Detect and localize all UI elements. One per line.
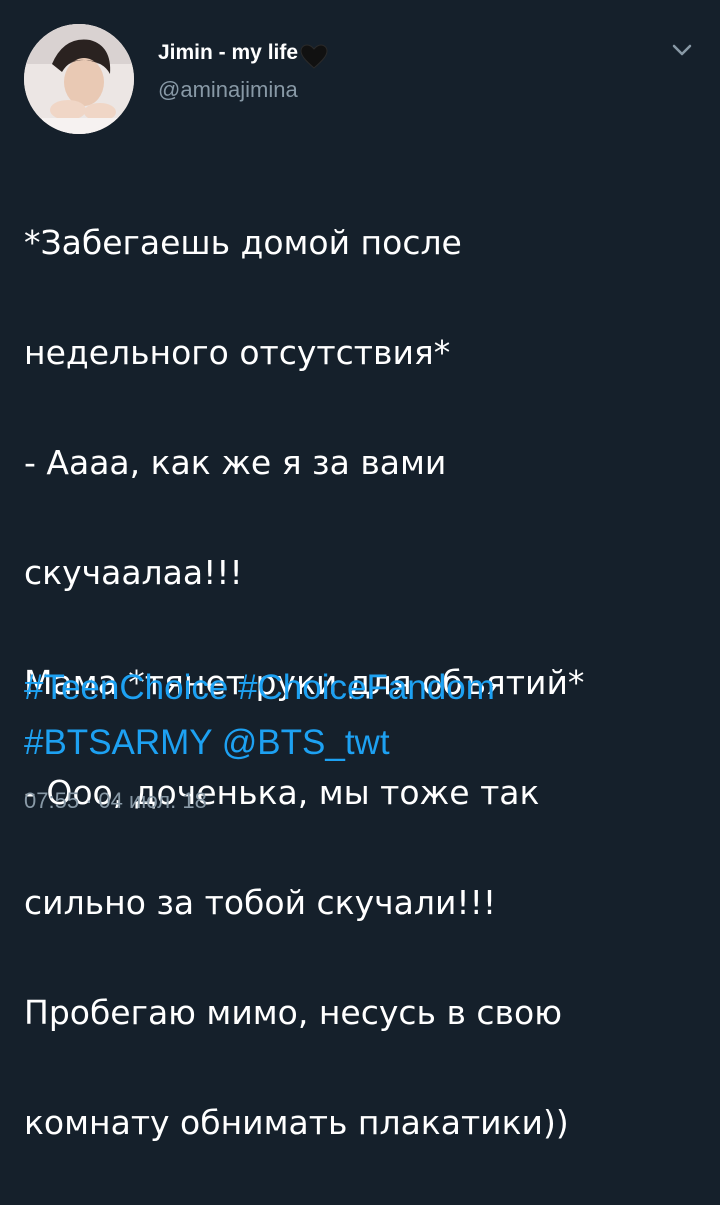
- tags-line-1: #TeenChoice #ChoiceFandom: [24, 660, 704, 715]
- tweet-card: Jimin - my life @aminajimina *Забегаешь …: [0, 0, 720, 1142]
- tweet-time: 07:55: [24, 788, 80, 813]
- avatar-photo: [24, 24, 134, 134]
- tweet-line: скучаалаа!!!: [24, 553, 243, 592]
- timestamp: 07:55 · 04 июл. 18: [24, 786, 207, 816]
- tweet-line: комнату обнимать плакатики)): [24, 1103, 569, 1142]
- black-heart-icon: [300, 44, 328, 70]
- tweet-tags: #TeenChoice #ChoiceFandom #BTSARMY @BTS_…: [24, 660, 704, 770]
- hashtag-link[interactable]: #BTSARMY: [24, 723, 212, 762]
- timestamp-separator: ·: [85, 788, 93, 813]
- mention-link[interactable]: @BTS_twt: [222, 723, 390, 762]
- avatar[interactable]: [24, 24, 134, 134]
- chevron-down-icon[interactable]: [668, 40, 696, 60]
- tweet-header: Jimin - my life @aminajimina: [158, 40, 328, 104]
- tweet-line: сильно за тобой скучали!!!: [24, 883, 497, 922]
- hashtag-link[interactable]: #ChoiceFandom: [238, 668, 495, 707]
- hashtag-link[interactable]: #TeenChoice: [24, 668, 228, 707]
- user-handle[interactable]: @aminajimina: [158, 76, 328, 104]
- tweet-line: Пробегаю мимо, несусь в свою: [24, 993, 562, 1032]
- tweet-date: 04 июл. 18: [98, 788, 207, 813]
- display-name-text: Jimin - my life: [158, 41, 299, 64]
- tweet-line: - Аааа, как же я за вами: [24, 443, 447, 482]
- display-name[interactable]: Jimin - my life: [158, 40, 328, 69]
- tags-line-2: #BTSARMY @BTS_twt: [24, 715, 704, 770]
- tweet-line: *Забегаешь домой после: [24, 223, 462, 262]
- tweet-line: недельного отсутствия*: [24, 333, 451, 372]
